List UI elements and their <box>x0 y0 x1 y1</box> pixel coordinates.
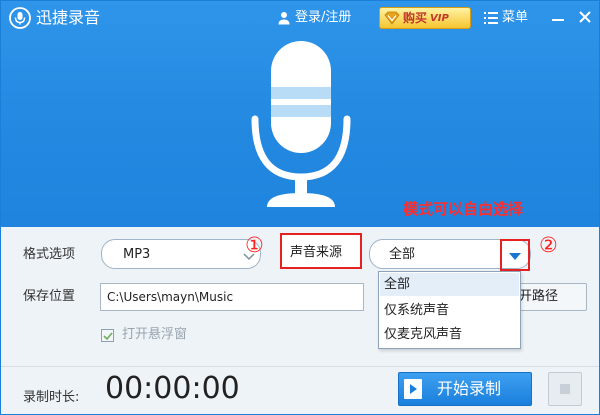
close-icon[interactable] <box>576 8 594 26</box>
step-one-marker: ① <box>245 233 264 257</box>
source-dropdown-list: 全部 仅系统声音 仅麦克风声音 <box>378 271 521 349</box>
minimize-icon[interactable] <box>549 8 567 26</box>
divider <box>1 366 599 367</box>
stop-button[interactable] <box>548 372 582 406</box>
start-recording-label: 开始录制 <box>437 379 502 398</box>
recording-timer: 00:00:00 <box>105 371 240 406</box>
microphone-icon <box>251 41 351 207</box>
format-value: MP3 <box>123 247 151 262</box>
floating-window-checkbox[interactable] <box>101 329 114 342</box>
save-location-label: 保存位置 <box>23 289 76 304</box>
dropdown-arrow-icon[interactable] <box>509 253 521 260</box>
title-bar: 迅捷录音 登录/注册 购买 VIP 菜单 <box>1 1 599 37</box>
mode-annotation: 模式可以自由选择 <box>403 200 524 218</box>
buy-vip-button[interactable]: 购买 VIP <box>379 7 471 29</box>
app-logo-icon <box>9 7 31 29</box>
login-register-label: 登录/注册 <box>295 10 352 25</box>
dropdown-option-all[interactable]: 全部 <box>380 273 519 296</box>
play-icon <box>404 379 422 399</box>
user-icon <box>278 12 290 25</box>
vip-diamond-icon <box>384 11 400 25</box>
stop-icon <box>560 384 570 394</box>
menu-icon <box>484 12 498 24</box>
source-value: 全部 <box>389 247 416 262</box>
open-path-label: 开路径 <box>519 289 559 304</box>
save-path-value: C:\Users\mayn\Music <box>107 290 234 304</box>
step-two-marker: ② <box>539 233 558 257</box>
dropdown-option-system-only[interactable]: 仅系统声音 <box>380 299 519 322</box>
login-register-link[interactable]: 登录/注册 <box>277 9 351 27</box>
buy-vip-label: 购买 <box>403 11 428 25</box>
source-label: 声音来源 <box>290 245 343 260</box>
duration-label: 录制时长: <box>23 390 80 405</box>
checkmark-icon <box>103 332 113 341</box>
floating-window-label: 打开悬浮窗 <box>122 327 188 342</box>
menu-button[interactable]: 菜单 <box>484 9 528 27</box>
vip-tag: VIP <box>430 12 449 24</box>
menu-label: 菜单 <box>502 10 529 25</box>
hero-panel: 迅捷录音 登录/注册 购买 VIP 菜单 模式可以自由选择 <box>1 1 599 227</box>
app-title: 迅捷录音 <box>36 8 101 27</box>
format-label: 格式选项 <box>23 247 76 262</box>
app-window: 迅捷录音 登录/注册 购买 VIP 菜单 模式可以自由选择 格式选项 MP3 ①… <box>0 0 600 415</box>
dropdown-option-mic-only[interactable]: 仅麦克风声音 <box>380 323 519 346</box>
